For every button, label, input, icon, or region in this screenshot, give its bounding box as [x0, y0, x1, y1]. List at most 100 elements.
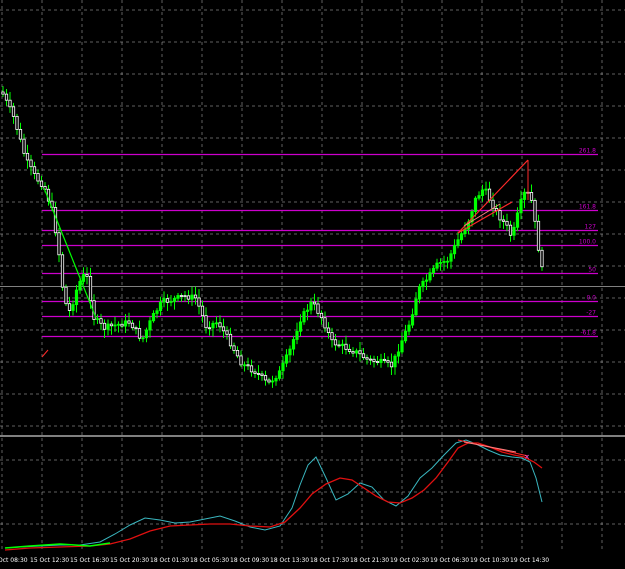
candle-body — [305, 309, 310, 312]
candle-body — [365, 357, 369, 360]
candle-body — [508, 224, 513, 236]
candle-body — [505, 220, 509, 226]
candle-body — [78, 281, 82, 291]
candle-body — [141, 337, 145, 340]
candle-body — [536, 220, 541, 251]
candle-body — [375, 361, 380, 363]
candle-body — [197, 297, 201, 307]
time-axis-label: Oct 08:30 — [0, 557, 28, 564]
fib-level-label: 100.0 — [579, 239, 596, 246]
candle-body — [57, 232, 61, 256]
fib-level-label: -27 — [586, 310, 596, 317]
candle-body — [347, 348, 352, 352]
candle-body — [515, 212, 520, 228]
candle-body — [480, 189, 485, 196]
candle-body — [204, 315, 208, 329]
candle-body — [232, 345, 236, 351]
fib-level-label: -61.8 — [580, 330, 596, 337]
candle-body — [127, 320, 131, 324]
candle-body — [382, 358, 387, 361]
candle-body — [246, 364, 250, 367]
time-axis-label: 18 Oct 13:30 — [270, 557, 309, 564]
candle-body — [88, 275, 93, 302]
candle-body — [410, 314, 415, 326]
candle-body — [214, 322, 219, 325]
candle-body — [200, 305, 205, 317]
candle-body — [235, 349, 240, 357]
time-axis: Oct 08:30 15 Oct 12:30 15 Oct 16:30 15 Oct … — [0, 557, 549, 564]
candle-body — [337, 344, 341, 347]
candle-body — [32, 166, 37, 174]
candle-body — [190, 294, 194, 300]
candle-body — [326, 327, 331, 334]
candle-body — [424, 279, 429, 282]
candle-body — [540, 249, 544, 268]
candle-body — [176, 295, 180, 299]
candle-body — [407, 324, 411, 332]
candle-body — [372, 358, 376, 362]
candle-body — [1, 91, 5, 95]
time-axis-label: 18 Oct 21:30 — [350, 557, 389, 564]
candle-body — [298, 321, 303, 332]
candle-body — [67, 303, 72, 311]
candle-body — [165, 298, 170, 303]
candle-body — [368, 358, 373, 361]
candle-body — [295, 330, 299, 340]
candle-body — [25, 152, 30, 161]
candle-body — [4, 93, 9, 101]
candle-body — [302, 311, 306, 323]
candle-body — [144, 329, 149, 339]
candle-body — [473, 197, 478, 212]
candle-body — [484, 188, 488, 191]
candle-body — [179, 295, 184, 297]
candle-body — [260, 373, 264, 376]
candle-body — [256, 373, 261, 375]
candle-body — [277, 370, 282, 379]
candle-body — [253, 371, 257, 374]
candle-body — [71, 304, 75, 311]
candle-body — [228, 333, 233, 347]
candle-body — [386, 360, 390, 363]
time-axis-label: 18 Oct 09:30 — [230, 557, 269, 564]
candle-body — [358, 350, 362, 355]
candle-body — [323, 317, 327, 329]
candle-body — [449, 253, 453, 262]
candle-body — [456, 239, 460, 246]
candle-body — [431, 267, 436, 274]
candle-body — [333, 339, 338, 346]
candle-body — [435, 262, 439, 269]
candle-body — [267, 379, 271, 383]
candle-body — [445, 260, 450, 263]
candle-body — [218, 322, 222, 328]
candle-body — [113, 324, 117, 327]
candle-body — [74, 289, 79, 306]
candle-body — [452, 245, 457, 255]
fib-level-label: 0.0 — [586, 295, 596, 302]
time-axis-label: 15 Oct 12:30 — [30, 557, 69, 564]
candle-body — [361, 353, 366, 359]
candle-body — [239, 355, 243, 366]
candle-body — [330, 332, 334, 341]
candle-body — [148, 320, 152, 331]
candle-body — [316, 303, 320, 314]
candle-body — [60, 254, 65, 288]
time-axis-label: 18 Oct 01:30 — [150, 557, 189, 564]
candle-body — [183, 295, 187, 298]
candle-body — [186, 295, 191, 300]
candle-body — [533, 199, 537, 222]
candle-body — [274, 378, 278, 382]
candle-body — [354, 350, 359, 354]
candle-body — [162, 298, 166, 303]
candle-body — [211, 322, 215, 329]
candle-body — [270, 380, 275, 383]
candle-body — [120, 323, 124, 327]
candle-body — [18, 129, 23, 140]
time-axis-label: 18 Oct 17:30 — [310, 557, 349, 564]
candle-body — [11, 106, 16, 117]
candle-body — [519, 199, 523, 214]
price-chart-canvas[interactable]: 261.8 161.8 127 100.0 50 0.0 -27 -61.8 × Oct 08… — [0, 0, 625, 565]
candle-body — [155, 310, 159, 314]
chart-window[interactable]: 261.8 161.8 127 100.0 50 0.0 -27 -61.8 × Oct 08… — [0, 0, 625, 565]
candle-body — [501, 219, 506, 222]
chart-background — [0, 0, 625, 565]
